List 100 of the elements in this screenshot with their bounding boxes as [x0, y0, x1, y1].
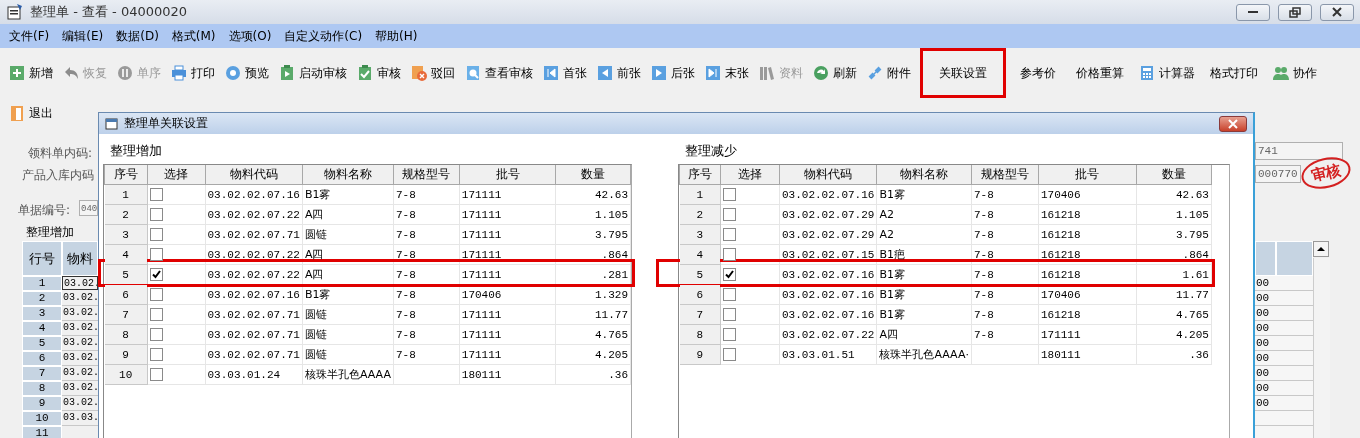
table-cell: 03.02.02.07.15: [779, 244, 877, 265]
checkbox[interactable]: [149, 248, 163, 261]
field-label: 单据编号:: [18, 202, 71, 219]
menu-item[interactable]: 文件(F): [9, 27, 50, 45]
table-cell: B1雾: [876, 284, 972, 305]
checkbox[interactable]: [149, 368, 163, 381]
column-header[interactable]: 批号: [1038, 165, 1137, 185]
field-label: 领料单内码:: [28, 145, 93, 162]
table-cell: 171111: [459, 224, 556, 245]
window-icon: [105, 117, 118, 130]
checkbox[interactable]: [149, 288, 163, 301]
column-header[interactable]: 数量: [555, 165, 631, 185]
menu-item[interactable]: 格式(M): [171, 27, 216, 45]
plus-icon: [9, 65, 25, 81]
column-header[interactable]: 物料代码: [779, 165, 877, 185]
column-header[interactable]: 选择: [720, 165, 780, 185]
grid-cell[interactable]: 03.02.: [62, 336, 98, 351]
close-button[interactable]: [1219, 115, 1247, 132]
toolbar-button[interactable]: 价格重算: [1068, 61, 1132, 85]
scroll-up-button[interactable]: [1313, 241, 1329, 257]
toolbar-button[interactable]: 协作: [1270, 61, 1320, 85]
toolbar-button[interactable]: 首张: [540, 61, 590, 85]
toolbar-button[interactable]: 驳回: [408, 61, 458, 85]
checkbox[interactable]: [149, 308, 163, 321]
table-cell: 7-8: [393, 184, 460, 205]
table-cell: A2: [876, 204, 972, 225]
column-header[interactable]: 数量: [1136, 165, 1212, 185]
text-field[interactable]: 000770: [1255, 165, 1301, 183]
grid-cell[interactable]: 03.02.: [62, 381, 98, 396]
toolbar-button[interactable]: 预览: [222, 61, 272, 85]
grid-cell[interactable]: 03.02.: [62, 291, 98, 306]
toolbar-button[interactable]: 新增: [6, 61, 56, 85]
checkbox[interactable]: [723, 348, 736, 361]
grid-cell[interactable]: 03.02.: [62, 366, 98, 381]
menu-item[interactable]: 选项(O): [228, 27, 272, 45]
grid-cell[interactable]: 03.02.: [62, 396, 98, 411]
toolbar-button[interactable]: 末张: [702, 61, 752, 85]
restore-button[interactable]: [1278, 3, 1312, 21]
previous-icon: [597, 65, 613, 81]
checkbox[interactable]: [723, 328, 736, 341]
minimize-button[interactable]: [1236, 3, 1270, 21]
checkbox[interactable]: [149, 208, 163, 221]
menu-item[interactable]: 帮助(H): [375, 27, 418, 45]
toolbar-button[interactable]: 附件: [864, 61, 914, 85]
column-header[interactable]: 序号: [679, 165, 721, 185]
checkbox[interactable]: [149, 348, 163, 361]
row-number: 4: [679, 244, 721, 265]
document-number-field[interactable]: 040: [79, 200, 98, 216]
toolbar-button[interactable]: 格式打印: [1202, 61, 1266, 85]
column-header[interactable]: 物料名称: [302, 165, 394, 185]
menu-item[interactable]: 数据(D): [116, 27, 159, 45]
toolbar-button[interactable]: 参考价: [1012, 61, 1064, 85]
table-cell: 1.105: [1136, 204, 1212, 225]
table-cell: 圆链: [302, 344, 394, 365]
close-button[interactable]: [1320, 3, 1354, 21]
toolbar-button[interactable]: 启动审核: [276, 61, 350, 85]
checkbox[interactable]: [149, 328, 163, 341]
row-number: 3: [679, 224, 721, 245]
menu-item[interactable]: 编辑(E): [62, 27, 104, 45]
toolbar-button[interactable]: 后张: [648, 61, 698, 85]
toolbar-button[interactable]: 审核: [354, 61, 404, 85]
grid-cell[interactable]: 03.02.: [62, 276, 98, 290]
column-header[interactable]: 批号: [459, 165, 556, 185]
checkbox[interactable]: [149, 268, 163, 281]
table-cell: 03.02.02.07.71: [205, 324, 303, 345]
checkbox[interactable]: [723, 248, 736, 261]
checkbox[interactable]: [149, 188, 163, 201]
toolbar-button[interactable]: 前张: [594, 61, 644, 85]
checkbox[interactable]: [723, 288, 736, 301]
grid-cell[interactable]: 03.03.: [62, 411, 98, 426]
checkbox[interactable]: [723, 228, 736, 241]
table-cell: 180111: [1038, 344, 1137, 365]
toolbar-button[interactable]: 退出: [6, 101, 56, 125]
toolbar-button[interactable]: 关联设置: [920, 48, 1006, 98]
column-header[interactable]: 规格型号: [393, 165, 460, 185]
toolbar-button[interactable]: 查看审核: [462, 61, 536, 85]
checkbox[interactable]: [723, 188, 736, 201]
menu-item[interactable]: 自定义动作(C): [284, 27, 363, 45]
checkbox[interactable]: [723, 208, 736, 221]
column-header[interactable]: 序号: [104, 165, 148, 185]
column-header[interactable]: 物料名称: [876, 165, 972, 185]
text-field[interactable]: 741: [1255, 142, 1343, 160]
grid-cell[interactable]: 03.02.: [62, 321, 98, 336]
table-cell: A2: [876, 224, 972, 245]
checkbox[interactable]: [723, 308, 736, 321]
grid-cell[interactable]: 03.02.: [62, 306, 98, 321]
toolbar-button[interactable]: 打印: [168, 61, 218, 85]
grid-cell[interactable]: 03.02.: [62, 351, 98, 366]
column-header[interactable]: 选择: [147, 165, 205, 185]
row-number: 2: [22, 291, 62, 306]
toolbar-button[interactable]: 刷新: [810, 61, 860, 85]
checkbox[interactable]: [149, 228, 163, 241]
clipboard-check-icon: [357, 65, 373, 81]
toolbar-button[interactable]: 计算器: [1136, 61, 1198, 85]
checkbox[interactable]: [723, 268, 736, 281]
table-cell: 170406: [1038, 184, 1137, 205]
column-header[interactable]: 规格型号: [971, 165, 1039, 185]
table-cell: 7-8: [971, 304, 1039, 325]
column-header[interactable]: 物料代码: [205, 165, 303, 185]
row-number: 1: [104, 184, 148, 205]
